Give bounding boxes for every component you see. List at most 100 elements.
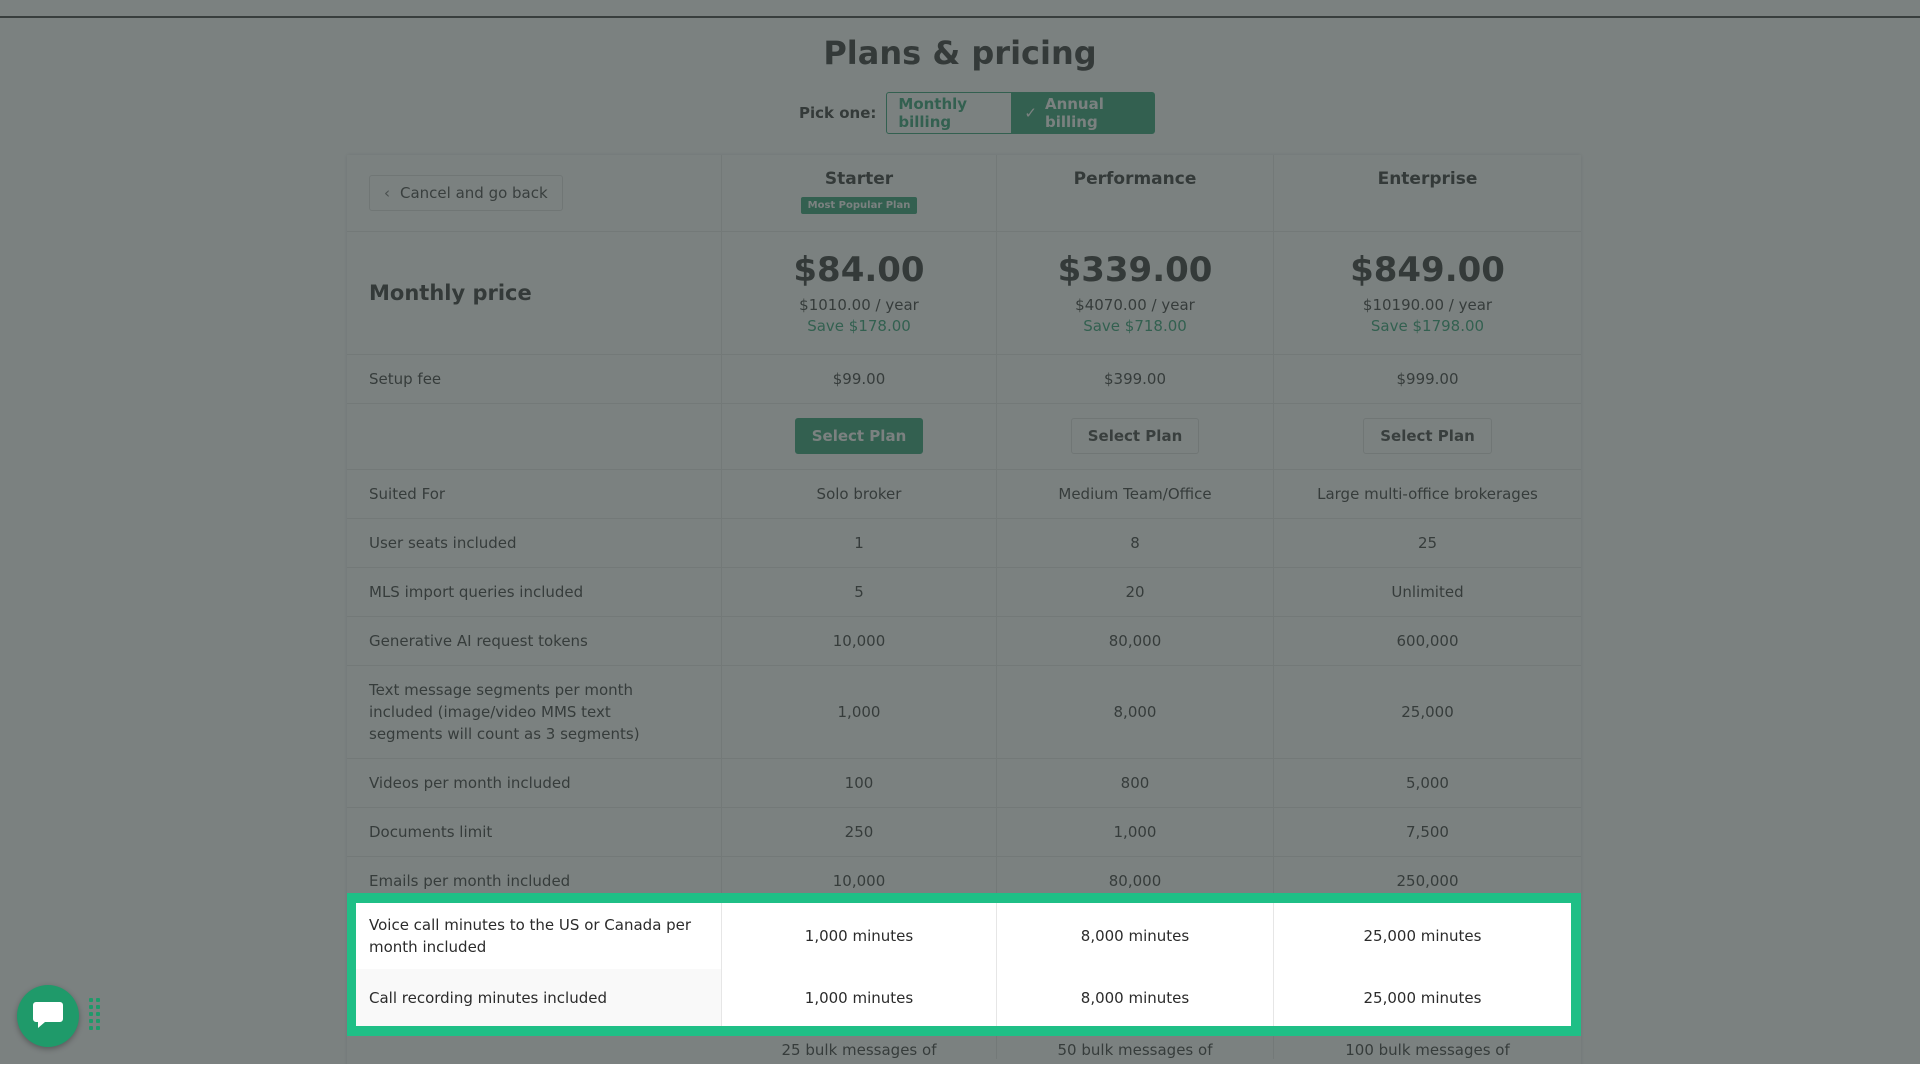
feature-row: Documents limit 250 1,000 7,500 bbox=[347, 807, 1581, 857]
plan-header-performance: Performance bbox=[997, 155, 1274, 231]
feature-value: Unlimited bbox=[1391, 582, 1464, 601]
annual-billing-button[interactable]: ✓ Annual billing bbox=[1012, 92, 1156, 134]
feature-value: 25,000 bbox=[1401, 702, 1454, 721]
select-cell-performance: Select Plan bbox=[997, 403, 1274, 469]
chat-button[interactable] bbox=[17, 985, 79, 1047]
price-cell-enterprise: $849.00 $10190.00 / year Save $1798.00 bbox=[1274, 231, 1581, 354]
feature-row: User seats included 1 8 25 bbox=[347, 518, 1581, 568]
feature-value: 25 bulk messages of bbox=[722, 1035, 997, 1059]
feature-value: 5,000 bbox=[1406, 773, 1449, 792]
monthly-price: $339.00 bbox=[1057, 250, 1213, 290]
row-label: Generative AI request tokens bbox=[347, 616, 722, 665]
plan-name: Performance bbox=[1073, 169, 1197, 189]
bulk-messages-row: 25 bulk messages of 50 bulk messages of … bbox=[347, 1035, 1581, 1064]
plan-header-starter: Starter Most Popular Plan bbox=[722, 155, 997, 231]
select-plan-enterprise-button[interactable]: Select Plan bbox=[1363, 418, 1492, 454]
savings: Save $718.00 bbox=[1083, 317, 1187, 335]
feature-value: 25,000 minutes bbox=[1363, 927, 1482, 945]
monthly-billing-label: Monthly billing bbox=[898, 95, 968, 131]
select-plan-performance-button[interactable]: Select Plan bbox=[1070, 418, 1200, 454]
row-label: Voice call minutes to the US or Canada p… bbox=[356, 903, 722, 969]
back-cell: ‹ Cancel and go back bbox=[347, 155, 722, 231]
yearly-price: $10190.00 / year bbox=[1362, 296, 1493, 314]
price-cell-starter: $84.00 $1010.00 / year Save $178.00 bbox=[722, 231, 997, 354]
feature-value: 8,000 bbox=[997, 665, 1274, 758]
back-label: Cancel and go back bbox=[400, 184, 548, 202]
feature-value: 100 bbox=[722, 758, 997, 807]
feature-value: Solo broker bbox=[722, 469, 997, 518]
page-title: Plans & pricing bbox=[823, 34, 1097, 72]
row-label-cell: Monthly price bbox=[347, 231, 722, 354]
row-label: Suited For bbox=[347, 469, 722, 518]
price-cell-performance: $339.00 $4070.00 / year Save $718.00 bbox=[997, 231, 1274, 354]
chevron-left-icon: ‹ bbox=[384, 184, 390, 202]
select-plan-starter-button[interactable]: Select Plan bbox=[794, 418, 924, 454]
row-label: Text message segments per month included… bbox=[347, 665, 722, 758]
row-label: User seats included bbox=[347, 518, 722, 567]
feature-row: Suited For Solo broker Medium Team/Offic… bbox=[347, 469, 1581, 519]
feature-value: 1,000 minutes bbox=[722, 969, 997, 1026]
empty-cell bbox=[347, 403, 722, 469]
feature-value: 100 bulk messages of bbox=[1345, 1041, 1510, 1059]
feature-row: MLS import queries included 5 20 Unlimit… bbox=[347, 567, 1581, 617]
plan-name: Starter bbox=[824, 169, 894, 189]
drag-handle-icon[interactable] bbox=[89, 998, 103, 1032]
row-label: Call recording minutes included bbox=[356, 969, 722, 1026]
savings: Save $178.00 bbox=[807, 317, 911, 335]
feature-value: 8,000 minutes bbox=[997, 969, 1274, 1026]
billing-toggle: Pick one: Monthly billing ✓ Annual billi… bbox=[799, 91, 1156, 135]
setup-fee-performance: $399.00 bbox=[997, 354, 1274, 403]
plan-name: Enterprise bbox=[1377, 169, 1478, 189]
annual-billing-label: Annual billing bbox=[1044, 95, 1104, 131]
savings: Save $1798.00 bbox=[1370, 317, 1485, 335]
feature-row: Videos per month included 100 800 5,000 bbox=[347, 758, 1581, 808]
monthly-price-label: Monthly price bbox=[369, 280, 532, 305]
feature-value: 25 bbox=[1417, 533, 1438, 552]
row-label: MLS import queries included bbox=[347, 567, 722, 616]
feature-value: 20 bbox=[997, 567, 1274, 616]
feature-value: 800 bbox=[997, 758, 1274, 807]
yearly-price: $1010.00 / year bbox=[799, 296, 919, 314]
feature-value: Medium Team/Office bbox=[997, 469, 1274, 518]
setup-fee-row: Setup fee $99.00 $399.00 $999.00 bbox=[347, 354, 1581, 404]
monthly-price: $84.00 bbox=[793, 250, 925, 290]
monthly-billing-button[interactable]: Monthly billing bbox=[886, 92, 1013, 134]
feature-value: 80,000 bbox=[997, 616, 1274, 665]
highlight-frame: Voice call minutes to the US or Canada p… bbox=[347, 893, 1581, 1036]
feature-value: 5 bbox=[722, 567, 997, 616]
feature-value: 25,000 minutes bbox=[1274, 969, 1571, 1026]
feature-value: Large multi-office brokerages bbox=[1317, 484, 1538, 503]
top-border bbox=[0, 0, 1920, 18]
feature-value: 1,000 bbox=[722, 665, 997, 758]
feature-value: 250 bbox=[722, 807, 997, 856]
row-label: Documents limit bbox=[347, 807, 722, 856]
plan-header-enterprise: Enterprise bbox=[1274, 155, 1581, 231]
voice-minutes-row: Voice call minutes to the US or Canada p… bbox=[356, 903, 1571, 970]
feature-value: 8,000 minutes bbox=[997, 903, 1274, 969]
call-recording-row: Call recording minutes included 1,000 mi… bbox=[356, 969, 1571, 1026]
feature-row: Generative AI request tokens 10,000 80,0… bbox=[347, 616, 1581, 666]
highlighted-rows: Voice call minutes to the US or Canada p… bbox=[356, 903, 1571, 1026]
setup-fee-enterprise: $999.00 bbox=[1396, 369, 1459, 388]
bottom-border bbox=[0, 1064, 1920, 1080]
check-icon: ✓ bbox=[1024, 104, 1037, 122]
plan-header-row: ‹ Cancel and go back Starter Most Popula… bbox=[347, 155, 1581, 232]
pricing-page: Plans & pricing Pick one: Monthly billin… bbox=[0, 0, 1920, 1064]
feature-value: 50 bulk messages of bbox=[997, 1035, 1274, 1059]
select-cell-enterprise: Select Plan bbox=[1274, 403, 1581, 469]
feature-value: 8 bbox=[997, 518, 1274, 567]
row-label: Setup fee bbox=[347, 354, 722, 403]
feature-value: 7,500 bbox=[1406, 822, 1449, 841]
monthly-price-row: Monthly price $84.00 $1010.00 / year Sav… bbox=[347, 231, 1581, 355]
feature-value: 600,000 bbox=[1396, 631, 1459, 650]
cancel-go-back-button[interactable]: ‹ Cancel and go back bbox=[369, 175, 563, 211]
most-popular-badge: Most Popular Plan bbox=[800, 197, 918, 214]
yearly-price: $4070.00 / year bbox=[1075, 296, 1195, 314]
select-cell-starter: Select Plan bbox=[722, 403, 997, 469]
chat-bubble-icon bbox=[31, 998, 65, 1034]
feature-row: Text message segments per month included… bbox=[347, 665, 1581, 759]
setup-fee-starter: $99.00 bbox=[722, 354, 997, 403]
row-label: Videos per month included bbox=[347, 758, 722, 807]
feature-value: 1,000 bbox=[997, 807, 1274, 856]
select-plan-row: Select Plan Select Plan Select Plan bbox=[347, 403, 1581, 470]
